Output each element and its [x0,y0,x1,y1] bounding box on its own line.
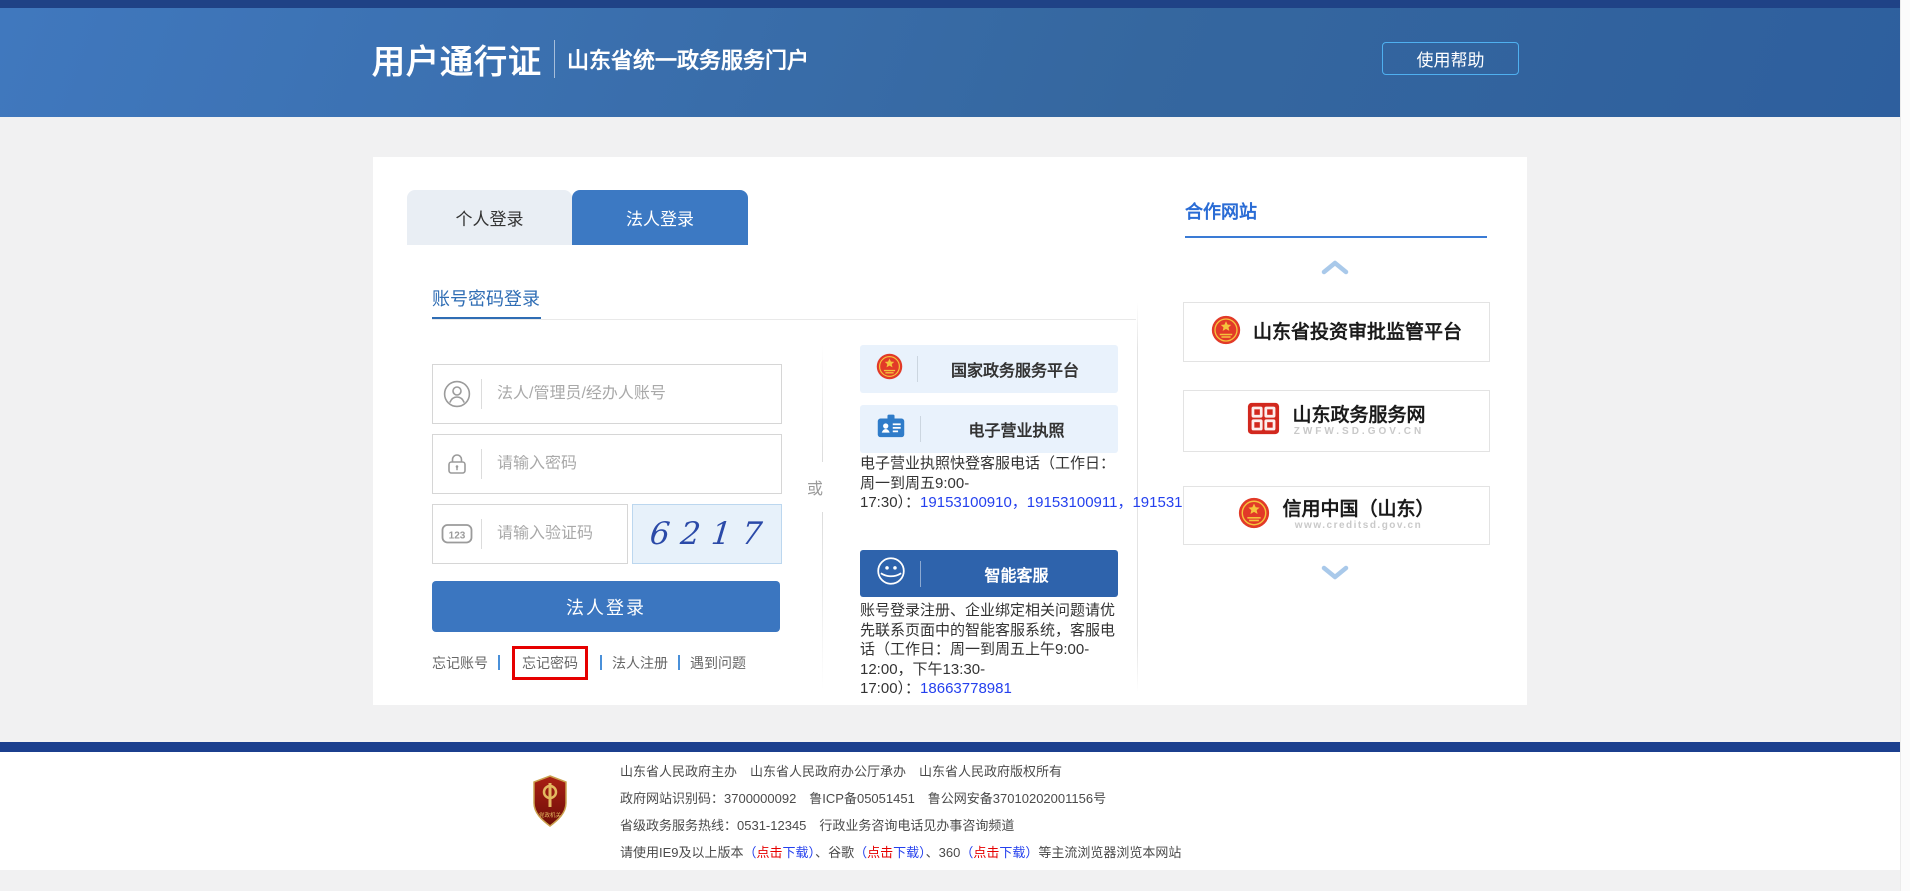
partner-site-zwfw[interactable]: 山东政务服务网 ZWFW.SD.GOV.CN [1183,390,1490,452]
forgot-password-highlight-box: 忘记密码 [512,646,588,680]
captcha-input[interactable] [482,525,627,543]
download-link-360[interactable]: 下载） [999,845,1038,860]
captcha-code: 6217 [640,516,775,552]
password-field [432,434,782,494]
chevron-up-icon[interactable] [1320,259,1350,280]
chevron-down-icon[interactable] [1320,565,1350,586]
user-icon [433,380,481,408]
link-separator [600,655,602,670]
partners-underline [1185,236,1487,238]
smart-service-phone-link[interactable]: 18663778981 [920,680,1012,697]
robot-face-icon [876,556,906,591]
footer-line-3: 省级政务服务热线：0531-12345 行政业务咨询电话见办事咨询频道 [620,812,1181,839]
download-link-360[interactable]: 点击 [973,845,999,860]
svg-text:党政机关: 党政机关 [539,811,562,819]
account-field [432,364,782,424]
note-prefix: 17:30）： [860,494,920,511]
problems-link[interactable]: 遇到问题 [690,653,746,673]
top-accent-bar [0,0,1900,8]
partner-site-url: www.creditsd.gov.cn [1295,520,1422,532]
page-subtitle: 山东省统一政务服务门户 [567,43,809,75]
forgot-password-link[interactable]: 忘记密码 [522,655,578,671]
partner-site-name: 山东省投资审批监管平台 [1253,322,1462,343]
download-link-ie[interactable]: 点击 [757,845,783,860]
legal-register-link[interactable]: 法人注册 [612,653,668,673]
note-line: 话（工作日：周一到周五上午9:00- [860,640,1193,660]
smart-service-button[interactable]: 智能客服 [860,550,1118,597]
footer-accent-bar [0,742,1900,752]
tab-legal-login[interactable]: 法人登录 [572,190,748,245]
partner-site-name: 山东政务服务网 [1292,405,1425,426]
note-line: 先联系页面中的智能客服系统，客服电 [860,621,1193,641]
footer-line-4: 请使用IE9及以上版本（点击下载）、谷歌（点击下载）、360（点击下载）等主流浏… [620,839,1181,866]
national-platform-label: 国家政务服务平台 [918,357,1118,381]
red-seal-icon [1247,402,1280,440]
page: 用户通行证 山东省统一政务服务门户 使用帮助 个人登录 法人登录 账号密码登录 [0,0,1910,891]
captcha-123-icon: 123 [433,522,481,546]
captcha-image[interactable]: 6217 [632,504,782,564]
page-title: 用户通行证 [372,35,542,83]
paren: （ [744,845,757,860]
partner-site-name: 信用中国（山东） [1282,499,1434,520]
tab-personal-login[interactable]: 个人登录 [407,190,572,245]
e-license-phone-links[interactable]: 19153100910，19153100911，19153100 [920,494,1193,511]
note-line: 电子营业执照快登客服电话（工作日： [860,454,1193,474]
brand-divider [554,40,555,78]
smart-service-label: 智能客服 [921,562,1118,586]
paren: （ [854,845,867,860]
partner-site-credit-china[interactable]: 信用中国（山东） www.creditsd.gov.cn [1183,486,1490,545]
note-line: 12:00，下午13:30- [860,660,1193,680]
password-input[interactable] [482,455,781,473]
link-separator [678,655,680,670]
footer-line-1: 山东省人民政府主办 山东省人民政府办公厅承办 山东省人民政府版权所有 [620,758,1181,785]
section-title-password-login: 账号密码登录 [432,285,540,311]
footer-text-segment: 等主流浏览器浏览本网站 [1038,845,1181,860]
national-platform-button[interactable]: 国家政务服务平台 [860,345,1118,393]
note-line: 周一到周五9:00- [860,474,1193,494]
or-label: 或 [807,475,823,499]
e-license-card-icon [876,413,906,445]
smart-service-note: 账号登录注册、企业绑定相关问题请优 先联系页面中的智能客服系统，客服电 话（工作… [860,601,1193,699]
brand: 用户通行证 山东省统一政务服务门户 [372,8,809,110]
footer-text-segment: 、360 [926,845,961,860]
partner-site-url: ZWFW.SD.GOV.CN [1294,426,1425,438]
note-line: 17:00）：18663778981 [860,679,1193,699]
national-emblem-icon [1211,315,1241,350]
e-license-button[interactable]: 电子营业执照 [860,405,1118,453]
header: 用户通行证 山东省统一政务服务门户 使用帮助 [0,8,1900,117]
e-license-label: 电子营业执照 [921,417,1118,441]
link-separator [498,655,500,670]
footer-text-segment: 请使用IE9及以上版本 [620,845,744,860]
login-card: 个人登录 法人登录 账号密码登录 123 6217 [373,157,1527,705]
download-link-chrome[interactable]: 下载） [893,845,926,860]
legal-login-button[interactable]: 法人登录 [432,581,780,632]
account-input[interactable] [482,385,781,403]
footer-line-2: 政府网站识别码：3700000092 鲁ICP备05051451 鲁公网安备37… [620,785,1181,812]
svg-text:123: 123 [449,531,466,542]
section-divider-line [432,319,1136,320]
lock-icon [433,450,481,478]
e-license-note: 电子营业执照快登客服电话（工作日： 周一到周五9:00- 17:30）：1915… [860,454,1193,513]
government-shield-badge: 党政机关 [533,775,567,832]
partner-site-investment-platform[interactable]: 山东省投资审批监管平台 [1183,302,1490,362]
note-prefix: 17:00）： [860,680,920,697]
download-link-chrome[interactable]: 点击 [867,845,893,860]
scrollbar[interactable] [1900,0,1910,891]
footer-text: 山东省人民政府主办 山东省人民政府办公厅承办 山东省人民政府版权所有 政府网站识… [620,758,1181,866]
footer: 党政机关 山东省人民政府主办 山东省人民政府办公厅承办 山东省人民政府版权所有 … [0,752,1900,870]
forgot-account-link[interactable]: 忘记账号 [432,653,488,673]
national-emblem-icon [1238,497,1270,534]
national-emblem-icon [876,353,903,385]
paren: （ [960,845,973,860]
help-button[interactable]: 使用帮助 [1382,42,1519,75]
partners-title: 合作网站 [1185,198,1257,224]
captcha-field: 123 [432,504,628,564]
or-divider-bottom [822,512,823,690]
note-line: 账号登录注册、企业绑定相关问题请优 [860,601,1193,621]
note-line: 17:30）：19153100910，19153100911，19153100 [860,493,1193,513]
login-links-row: 忘记账号 忘记密码 法人注册 遇到问题 [432,646,746,679]
or-divider-top [822,345,823,462]
download-link-ie[interactable]: 下载） [783,845,816,860]
footer-text-segment: 、谷歌 [815,845,854,860]
